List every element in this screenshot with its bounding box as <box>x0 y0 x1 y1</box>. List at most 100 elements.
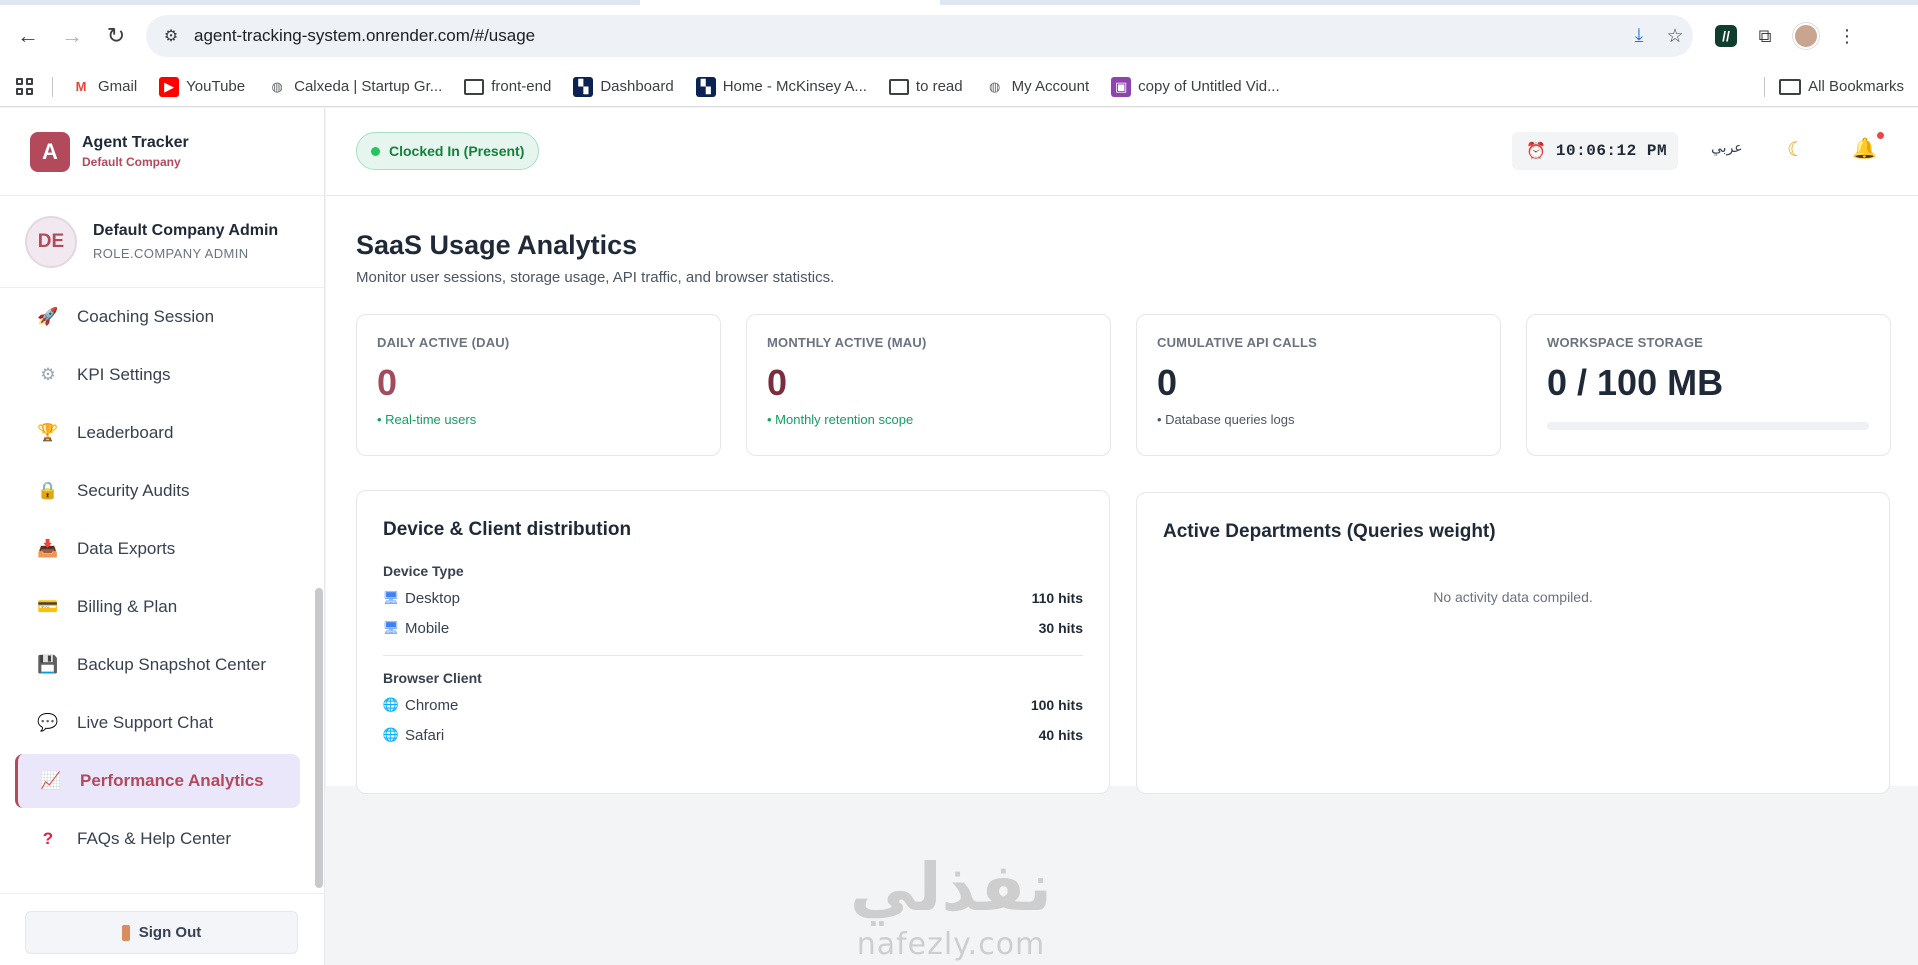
bookmark-label: Calxeda | Startup Gr... <box>294 78 443 95</box>
rocket-icon: 🚀 <box>37 307 59 326</box>
bookmark-front-end[interactable]: front-end <box>464 77 551 97</box>
globe-icon: ◍ <box>271 78 283 94</box>
stat-card-api-calls: CUMULATIVE API CALLS 0 • Database querie… <box>1136 314 1501 456</box>
profile-avatar[interactable] <box>1793 23 1819 49</box>
watermark-latin: nafezly.com <box>856 927 1046 962</box>
bookmark-to-read[interactable]: to read <box>888 77 963 97</box>
list-item: 🌐 Chrome 100 hits <box>383 690 1083 720</box>
app-root: A Agent Tracker Default Company DE Defau… <box>0 108 1918 965</box>
trophy-icon: 🏆 <box>37 423 59 442</box>
back-icon[interactable]: ← <box>6 14 50 58</box>
bookmark-label: My Account <box>1011 78 1090 95</box>
sign-out-button[interactable]: Sign Out <box>25 911 298 954</box>
url-text[interactable]: agent-tracking-system.onrender.com/#/usa… <box>194 26 1621 46</box>
bookmark-video[interactable]: ▣ copy of Untitled Vid... <box>1111 76 1280 97</box>
inbox-icon: 📥 <box>37 539 59 558</box>
sidebar-item-label: Backup Snapshot Center <box>77 655 267 674</box>
active-departments-panel: Active Departments (Queries weight) No a… <box>1136 492 1890 794</box>
sidebar-item-billing-plan[interactable]: 💳 Billing & Plan <box>15 580 300 634</box>
question-mark-icon: ? <box>42 829 54 848</box>
menu-kebab-icon[interactable]: ⋮ <box>1833 22 1861 50</box>
sidebar-item-leaderboard[interactable]: 🏆 Leaderboard <box>15 406 300 460</box>
bookmark-dashboard[interactable]: ▚ Dashboard <box>573 76 674 97</box>
status-badge[interactable]: Clocked In (Present) <box>356 132 540 170</box>
sidebar-item-kpi-settings[interactable]: ⚙ KPI Settings <box>15 348 300 402</box>
stat-value: 0 <box>767 362 788 403</box>
sidebar-item-live-support-chat[interactable]: 💬 Live Support Chat <box>15 696 300 750</box>
main-area: Clocked In (Present) ⏰ 10:06:12 PM عربي ☾… <box>326 108 1918 965</box>
status-dot-icon <box>371 146 380 156</box>
panel-title: Active Departments (Queries weight) <box>1163 521 1496 542</box>
clock-time: 10:06:12 PM <box>1555 142 1668 160</box>
apps-grid-icon[interactable] <box>16 77 34 96</box>
door-icon <box>121 924 130 941</box>
sign-out-label: Sign Out <box>138 924 202 941</box>
sidebar-item-label: Coaching Session <box>77 307 215 326</box>
sidebar-scrollbar[interactable] <box>315 588 323 888</box>
chart-icon: 📈 <box>40 771 62 790</box>
extension-icon[interactable]: // <box>1715 25 1737 47</box>
globe-icon: 🌐 <box>382 727 400 742</box>
stat-label: WORKSPACE STORAGE <box>1547 335 1704 350</box>
sidebar-item-security-audits[interactable]: 🔒 Security Audits <box>15 464 300 518</box>
all-bookmarks-label: All Bookmarks <box>1808 78 1904 95</box>
moon-icon[interactable]: ☾ <box>1787 137 1805 162</box>
sidebar-item-label: Data Exports <box>77 539 176 558</box>
avatar: DE <box>25 215 77 268</box>
sidebar-footer: Sign Out <box>0 893 325 965</box>
sidebar-item-label: Live Support Chat <box>77 713 214 732</box>
sidebar-item-performance-analytics[interactable]: 📈 Performance Analytics <box>15 754 300 808</box>
bookmark-label: front-end <box>491 78 552 95</box>
alarm-clock-icon: ⏰ <box>1526 143 1546 160</box>
bookmark-label: Gmail <box>98 78 138 95</box>
globe-icon: 🌐 <box>382 697 400 712</box>
user-name: Default Company Admin <box>93 222 279 239</box>
brand-name: Agent Tracker <box>82 134 189 151</box>
install-app-icon[interactable]: ⤓ <box>1621 18 1657 54</box>
all-bookmarks[interactable]: All Bookmarks <box>1764 76 1904 97</box>
sidebar-item-data-exports[interactable]: 📥 Data Exports <box>15 522 300 576</box>
sidebar-item-coaching-session[interactable]: 🚀 Coaching Session <box>15 290 300 344</box>
bookmark-label: to read <box>915 78 963 95</box>
bookmark-gmail[interactable]: M Gmail <box>71 77 138 97</box>
forward-icon[interactable]: → <box>50 14 94 58</box>
bookmark-calxeda[interactable]: ◍ Calxeda | Startup Gr... <box>267 77 442 97</box>
address-bar[interactable]: ⚙ agent-tracking-system.onrender.com/#/u… <box>146 15 1693 57</box>
stat-value: 0 / 100 MB <box>1547 362 1724 403</box>
empty-state-text: No activity data compiled. <box>1433 589 1593 605</box>
user-profile: DE Default Company Admin ROLE.COMPANY AD… <box>0 196 324 288</box>
notification-dot <box>1876 131 1885 140</box>
bookmark-star-icon[interactable]: ☆ <box>1657 18 1693 54</box>
sidebar-item-backup-snapshot-center[interactable]: 💾 Backup Snapshot Center <box>15 638 300 692</box>
youtube-icon: ▶ <box>159 76 180 97</box>
brand-logo: A <box>30 131 70 172</box>
video-icon: ▣ <box>1111 76 1132 97</box>
gmail-icon: M <box>75 79 87 94</box>
bookmark-mckinsey[interactable]: ▚ Home - McKinsey A... <box>695 76 867 97</box>
sidebar-item-faqs-help-center[interactable]: ? FAQs & Help Center <box>15 812 300 866</box>
bookmark-youtube[interactable]: ▶ YouTube <box>159 76 245 97</box>
brand-company: Default Company <box>82 155 181 169</box>
divider <box>383 655 1083 656</box>
stat-note: • Monthly retention scope <box>767 412 914 427</box>
lock-icon: 🔒 <box>37 481 59 500</box>
hits-value: 100 hits <box>1030 697 1083 713</box>
bookmark-my-account[interactable]: ◍ My Account <box>985 77 1090 97</box>
gear-icon: ⚙ <box>40 365 56 384</box>
bell-icon[interactable]: 🔔 <box>1852 136 1877 161</box>
sidebar-item-label: KPI Settings <box>77 365 171 384</box>
status-label: Clocked In (Present) <box>389 143 525 159</box>
panel-title: Device & Client distribution <box>383 519 632 540</box>
usage-content: SaaS Usage Analytics Monitor user sessio… <box>326 196 1918 794</box>
hits-value: 110 hits <box>1031 590 1083 606</box>
reload-icon[interactable]: ↻ <box>94 14 138 58</box>
extensions-puzzle-icon[interactable]: ⧉ <box>1751 22 1779 50</box>
brand-header[interactable]: A Agent Tracker Default Company <box>0 108 324 196</box>
sidebar-item-label: Billing & Plan <box>77 597 178 616</box>
bookmark-label: copy of Untitled Vid... <box>1138 78 1280 95</box>
site-info-icon[interactable]: ⚙ <box>158 23 184 49</box>
desktop-icon: 🖥 <box>382 590 400 605</box>
language-toggle[interactable]: عربي <box>1711 140 1743 156</box>
globe-icon: ◍ <box>988 78 1001 94</box>
browser-client-heading: Browser Client <box>383 670 482 686</box>
